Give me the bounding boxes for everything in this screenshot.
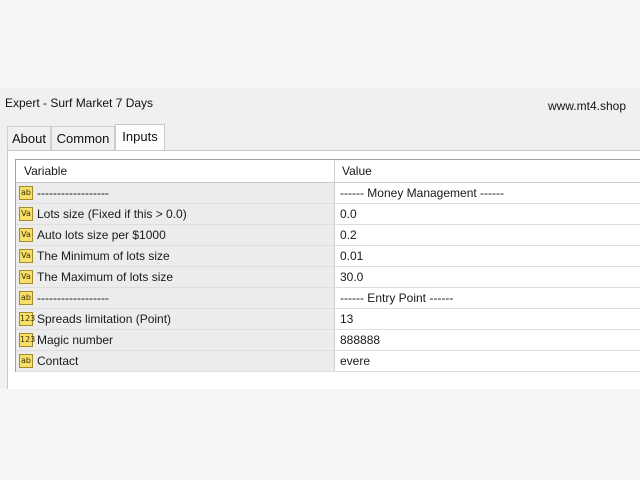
table-row[interactable]: 123 Spreads limitation (Point) 13 bbox=[16, 309, 640, 330]
value-cell[interactable]: 0.01 bbox=[334, 246, 640, 266]
double-va-icon: Va bbox=[19, 249, 33, 263]
table-row[interactable]: 123 Magic number 888888 bbox=[16, 330, 640, 351]
table-row[interactable]: Va The Minimum of lots size 0.01 bbox=[16, 246, 640, 267]
variable-cell: 123 Magic number bbox=[16, 330, 334, 350]
variable-label: Lots size (Fixed if this > 0.0) bbox=[37, 207, 187, 221]
column-header-variable[interactable]: Variable bbox=[16, 160, 334, 182]
variable-label: Auto lots size per $1000 bbox=[37, 228, 166, 242]
variable-cell: Va Auto lots size per $1000 bbox=[16, 225, 334, 245]
value-cell[interactable]: 30.0 bbox=[334, 267, 640, 287]
variable-cell: Va Lots size (Fixed if this > 0.0) bbox=[16, 204, 334, 224]
tab-inputs[interactable]: Inputs bbox=[115, 124, 165, 150]
redaction-mask bbox=[384, 351, 514, 371]
variable-label: The Minimum of lots size bbox=[37, 249, 170, 263]
variable-cell: Va The Minimum of lots size bbox=[16, 246, 334, 266]
value-cell[interactable]: 888888 bbox=[334, 330, 640, 350]
string-ab-icon: ab bbox=[19, 186, 33, 200]
string-ab-icon: ab bbox=[19, 291, 33, 305]
variable-label: Spreads limitation (Point) bbox=[37, 312, 172, 326]
expert-properties-window: Expert - Surf Market 7 Days www.mt4.shop… bbox=[0, 88, 640, 389]
variable-cell: ab Contact bbox=[16, 351, 334, 371]
variable-label: ------------------ bbox=[37, 291, 109, 305]
table-row[interactable]: Va The Maximum of lots size 30.0 bbox=[16, 267, 640, 288]
value-cell[interactable]: 13 bbox=[334, 309, 640, 329]
site-watermark: www.mt4.shop bbox=[547, 99, 626, 113]
variable-cell: Va The Maximum of lots size bbox=[16, 267, 334, 287]
double-va-icon: Va bbox=[19, 207, 33, 221]
value-cell[interactable]: 0.0 bbox=[334, 204, 640, 224]
string-ab-icon: ab bbox=[19, 354, 33, 368]
table-row[interactable]: ab ------------------ ------ Entry Point… bbox=[16, 288, 640, 309]
variable-label: The Maximum of lots size bbox=[37, 270, 174, 284]
tab-about[interactable]: About bbox=[7, 126, 51, 150]
variable-label: Contact bbox=[37, 354, 79, 368]
variable-cell: ab ------------------ bbox=[16, 183, 334, 203]
top-blank-area bbox=[0, 0, 640, 88]
inputs-grid: Variable Value ab ------------------ ---… bbox=[15, 159, 640, 372]
table-row[interactable]: ab ------------------ ------ Money Manag… bbox=[16, 183, 640, 204]
grid-header-row: Variable Value bbox=[16, 160, 640, 183]
tab-common[interactable]: Common bbox=[51, 126, 115, 150]
variable-cell: 123 Spreads limitation (Point) bbox=[16, 309, 334, 329]
table-row[interactable]: Va Lots size (Fixed if this > 0.0) 0.0 bbox=[16, 204, 640, 225]
variable-label: Magic number bbox=[37, 333, 114, 347]
integer-123-icon: 123 bbox=[19, 312, 35, 326]
window-title: Expert - Surf Market 7 Days bbox=[5, 96, 154, 110]
variable-cell: ab ------------------ bbox=[16, 288, 334, 308]
integer-123-icon: 123 bbox=[19, 333, 35, 347]
double-va-icon: Va bbox=[19, 228, 33, 242]
table-row[interactable]: Va Auto lots size per $1000 0.2 bbox=[16, 225, 640, 246]
double-va-icon: Va bbox=[19, 270, 33, 284]
value-cell[interactable]: ------ Entry Point ------ bbox=[334, 288, 640, 308]
column-header-value[interactable]: Value bbox=[334, 160, 640, 182]
variable-label: ------------------ bbox=[37, 186, 109, 200]
inputs-panel: Variable Value ab ------------------ ---… bbox=[7, 150, 640, 389]
table-row[interactable]: ab Contact evere bbox=[16, 351, 640, 372]
value-cell[interactable]: 0.2 bbox=[334, 225, 640, 245]
value-cell[interactable]: ------ Money Management ------ bbox=[334, 183, 640, 203]
